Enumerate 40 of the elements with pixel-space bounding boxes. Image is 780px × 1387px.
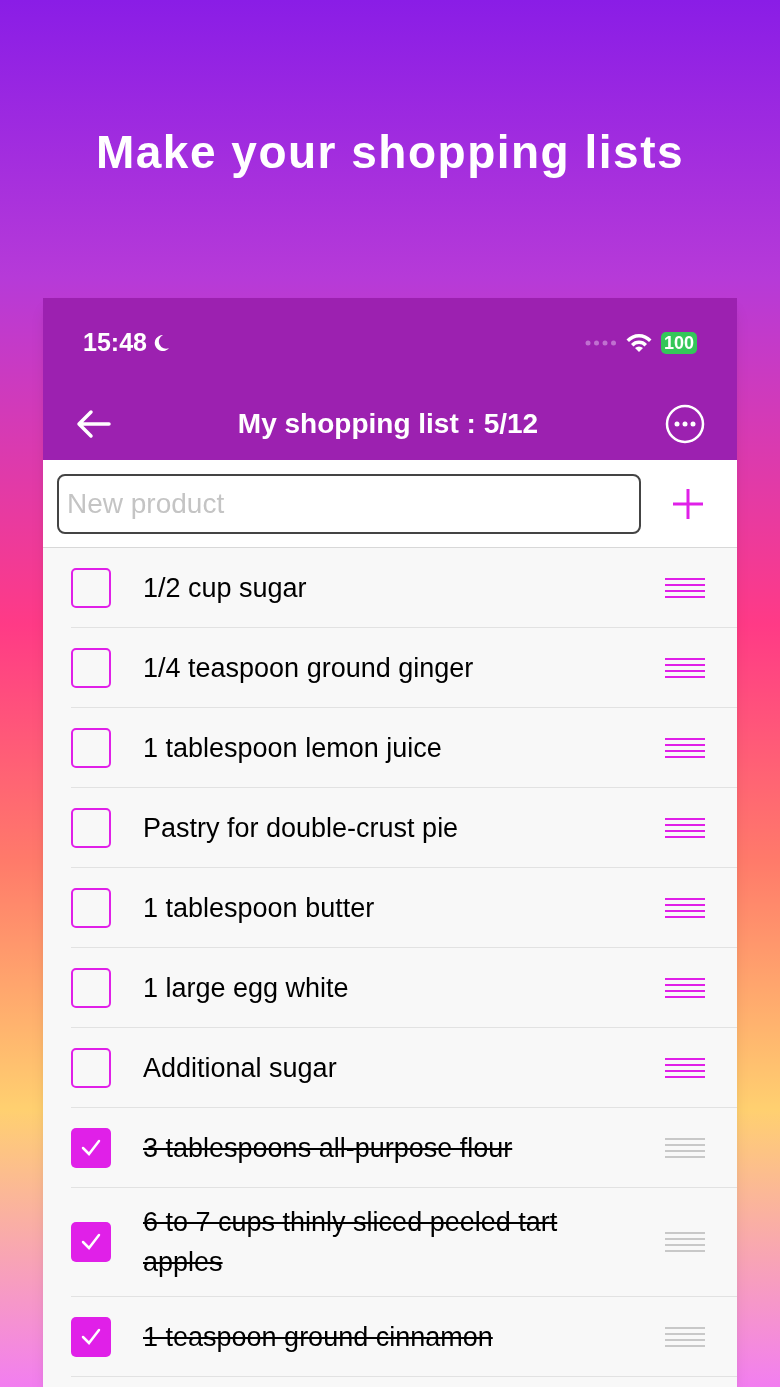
new-product-field[interactable]: New product [57,473,641,534]
back-arrow-icon[interactable] [75,409,111,439]
status-time: 15:48 [83,327,147,359]
drag-handle-icon[interactable] [665,1137,705,1158]
drag-handle-icon[interactable] [665,977,705,998]
add-icon[interactable] [671,486,705,521]
checkbox[interactable] [71,1222,111,1262]
checkbox[interactable] [71,1316,111,1357]
drag-handle-icon[interactable] [665,577,705,598]
drag-handle-icon[interactable] [665,1057,705,1078]
item-label: 6 to 7 cups thinly sliced peeled tart apples [143,1206,559,1279]
drag-handle-icon[interactable] [665,1232,705,1252]
checkbox[interactable] [71,1127,111,1168]
battery-icon: 100 [660,332,697,354]
checkbox[interactable] [71,887,111,928]
checkbox[interactable] [71,807,111,848]
item-label: Pastry for double-crust pie [143,811,460,845]
checkbox[interactable] [71,567,111,608]
item-label: 1 large egg white [143,971,350,1005]
item-label: 3 tablespoons all-purpose flour [143,1131,514,1165]
checkbox[interactable] [71,1047,111,1088]
wifi-icon [624,333,653,353]
checkbox[interactable] [71,967,111,1008]
list-title: My shopping list : 5/12 [237,407,539,441]
drag-handle-icon[interactable] [665,737,705,758]
drag-handle-icon[interactable] [665,897,705,918]
item-label: 1 teaspoon ground cinnamon [143,1320,494,1354]
more-icon[interactable] [665,404,705,444]
item-label: 1/4 teaspoon ground ginger [143,651,475,685]
item-label: 1/2 cup sugar [143,571,308,605]
item-label: 1 tablespoon lemon juice [143,731,443,765]
drag-handle-icon[interactable] [665,657,705,678]
headline: Make your shopping lists [95,125,685,180]
drag-handle-icon[interactable] [665,1326,705,1347]
signal-icon [584,340,617,346]
item-label: Additional sugar [143,1051,338,1085]
checkbox[interactable] [71,647,111,688]
item-label: 1 tablespoon butter [143,891,376,925]
checkbox[interactable] [71,727,111,768]
drag-handle-icon[interactable] [665,817,705,838]
